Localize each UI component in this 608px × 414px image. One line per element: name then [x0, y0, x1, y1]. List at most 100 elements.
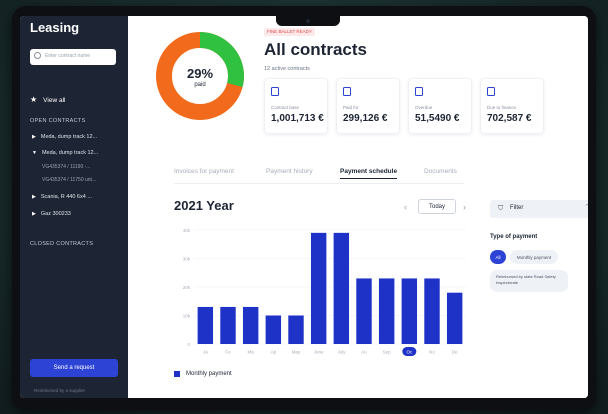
- bar-oc: [401, 278, 418, 344]
- main-content: 29% paid FINE BALLET READY All contracts…: [128, 16, 588, 398]
- brand-title: Leasing: [30, 20, 80, 35]
- tab-payment-schedule[interactable]: Payment schedule: [340, 168, 398, 179]
- star-icon: ★: [30, 95, 38, 104]
- send-request-button[interactable]: Send a request: [30, 359, 118, 377]
- filter-pill-all[interactable]: All: [490, 250, 506, 264]
- caret-down-icon: ▼: [32, 149, 37, 156]
- filter-icon: ⛉: [498, 205, 504, 212]
- search-placeholder: Enter contract name: [45, 53, 91, 59]
- tab-payment-history[interactable]: Payment history: [266, 168, 313, 175]
- sidebar-item-contract-1[interactable]: ▶ Meda, dump track 12...: [32, 134, 97, 140]
- sidebar-item-contract-3[interactable]: ▶ Scania, R 440 6x4 ...: [32, 194, 92, 200]
- bar-ma: [242, 306, 259, 344]
- bar-ap: [265, 315, 282, 344]
- chevron-right-icon[interactable]: ›: [463, 202, 466, 212]
- today-button[interactable]: Today: [418, 199, 456, 214]
- laptop-frame: Leasing Enter contract name ★ View all O…: [12, 6, 596, 410]
- tab-documents[interactable]: Documents: [424, 168, 457, 175]
- card-label: Due to finance: [487, 105, 517, 110]
- chevron-up-icon: ⌃: [584, 204, 588, 211]
- legend-swatch: [174, 371, 180, 377]
- x-tick-label: Sep: [383, 350, 392, 355]
- x-tick-label: May: [292, 350, 301, 355]
- schedule-year-title: 2021 Year: [174, 198, 234, 213]
- filter-pill-reimbursed[interactable]: Reimbursed by state Road Safety Inspecto…: [490, 270, 568, 292]
- y-tick-label: 30k: [183, 257, 191, 262]
- tab-invoices[interactable]: Invoices for payment: [174, 168, 234, 175]
- filter-panel: ⛉ Filter ⌃ Type of payment All Monthly p…: [482, 194, 588, 398]
- y-tick-label: 20k: [183, 285, 191, 290]
- app-screen: Leasing Enter contract name ★ View all O…: [20, 16, 588, 398]
- bar-au: [356, 278, 372, 344]
- page-title: All contracts: [264, 40, 367, 59]
- x-tick-label: De: [452, 350, 458, 355]
- summary-card-contract-base: Contract base 1,001,713 €: [264, 78, 328, 134]
- sidebar-item-label: Gaz 300233: [40, 211, 71, 217]
- x-tick-label: Fe: [225, 350, 231, 355]
- filter-header[interactable]: ⛉ Filter ⌃: [490, 200, 588, 218]
- view-all-label: View all: [43, 96, 66, 104]
- sidebar-footer: Reimbursed by a supplier: [34, 388, 86, 393]
- bar-june: [310, 232, 327, 344]
- card-label: Paid for: [343, 105, 359, 110]
- card-value: 51,5490 €: [415, 113, 460, 124]
- legend-label: Monthly payment: [186, 371, 232, 377]
- y-tick-label: 40k: [183, 228, 191, 233]
- sidebar-item-contract-4[interactable]: ▶ Gaz 300233: [32, 211, 71, 217]
- donut-percent: 29%: [186, 66, 214, 81]
- tabs-divider: [174, 183, 464, 184]
- chart-legend: Monthly payment: [174, 371, 232, 377]
- document-icon: [271, 87, 279, 96]
- card-value: 1,001,713 €: [271, 113, 324, 124]
- camera-notch: [276, 16, 340, 26]
- document-icon: [415, 87, 423, 96]
- x-tick-label: Ja: [203, 350, 208, 355]
- x-tick-label: July: [337, 350, 346, 355]
- bar-no: [424, 278, 440, 344]
- x-tick-label: Au: [361, 350, 367, 355]
- card-value: 299,126 €: [343, 113, 388, 124]
- sidebar-item-contract-2[interactable]: ▼ Meda, dump track 12...: [32, 150, 98, 156]
- x-tick-label: No: [429, 350, 435, 355]
- sidebar-item-label: Meda, dump track 12...: [40, 134, 98, 140]
- summary-card-due: Due to finance 702,587 €: [480, 78, 544, 134]
- sidebar-subitem-1[interactable]: VG435374 / 11190 -...: [42, 164, 90, 170]
- x-tick-label: June: [314, 350, 324, 355]
- caret-right-icon: ▶: [32, 193, 36, 200]
- view-all-link[interactable]: ★ View all: [30, 96, 65, 104]
- x-tick-label: Ap: [271, 350, 277, 355]
- filter-pill-monthly[interactable]: Monthly payment: [510, 250, 558, 264]
- y-tick-label: 0: [187, 342, 190, 347]
- filter-label: Filter: [510, 205, 524, 211]
- caret-right-icon: ▶: [32, 210, 36, 217]
- x-tick-label: Oc: [406, 350, 413, 355]
- search-icon: [34, 52, 41, 59]
- summary-card-overdue: Overdue 51,5490 €: [408, 78, 472, 134]
- document-icon: [487, 87, 495, 96]
- payment-type-heading: Type of payment: [490, 234, 538, 240]
- page-subtitle: 12 active contracts: [264, 66, 310, 72]
- sidebar: Leasing Enter contract name ★ View all O…: [20, 16, 128, 398]
- donut-label: paid: [194, 82, 206, 88]
- sidebar-subitem-2[interactable]: VG435374 / 11750 unt...: [42, 177, 96, 183]
- y-tick-label: 10k: [183, 314, 191, 319]
- sidebar-item-label: Scania, R 440 6x4 ...: [40, 194, 92, 200]
- contract-search-input[interactable]: Enter contract name: [30, 49, 116, 65]
- card-label: Overdue: [415, 105, 433, 110]
- chevron-left-icon[interactable]: ‹: [404, 202, 407, 212]
- bar-may: [288, 315, 304, 344]
- status-badge: FINE BALLET READY: [264, 28, 315, 36]
- bar-july: [333, 232, 350, 344]
- closed-contracts-heading: CLOSED CONTRACTS: [30, 241, 94, 247]
- donut-center: 29% paid: [154, 66, 246, 88]
- sidebar-item-label: Meda, dump track 12...: [41, 150, 99, 156]
- document-icon: [343, 87, 351, 96]
- open-contracts-heading: OPEN CONTRACTS: [30, 118, 86, 124]
- bar-ja: [197, 306, 214, 344]
- summary-card-paid-for: Paid for 299,126 €: [336, 78, 400, 134]
- card-label: Contract base: [271, 105, 300, 110]
- x-tick-label: Ma: [248, 350, 255, 355]
- bar-sep: [378, 278, 395, 344]
- card-value: 702,587 €: [487, 113, 532, 124]
- caret-right-icon: ▶: [32, 133, 36, 140]
